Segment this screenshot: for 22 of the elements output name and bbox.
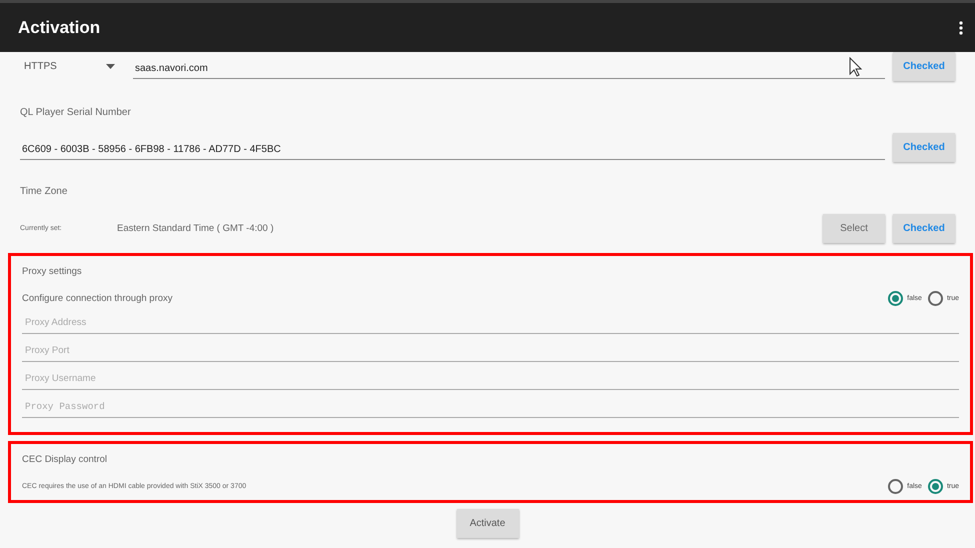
protocol-dropdown[interactable]: HTTPS [20,61,115,72]
time-zone-label: Time Zone [19,186,68,197]
time-zone-value: Eastern Standard Time ( GMT -4:00 ) [117,223,275,234]
app-bar-title: Activation [18,18,100,38]
radio-button[interactable] [888,291,904,306]
radio-button[interactable] [928,291,943,306]
mouse-cursor-icon [849,57,863,77]
serial-number-label: QL Player Serial Number [19,107,132,118]
proxy-option-label: Configure connection through proxy [22,293,173,304]
radio-button[interactable] [928,479,943,494]
caret-icon [106,64,115,69]
cec-title: CEC Display control [22,454,108,465]
more-options-icon[interactable] [959,20,963,34]
proxy-input-field[interactable]: Proxy Username [22,362,959,390]
proxy-input-field[interactable]: Proxy Port [22,334,959,362]
serial-number-field[interactable]: 6C609 - 6003B - 58956 - 6FB98 - 11786 - AD77D - 4F5BC [20,136,885,160]
select-button[interactable]: Select [823,214,885,243]
proxy-input-field[interactable]: Proxy Address [22,306,959,334]
proxy-settings-title: Proxy settings [22,266,83,277]
activate-button[interactable]: Activate [456,509,518,538]
proxy-input-field[interactable]: Proxy Password [22,390,959,418]
radio-button[interactable] [888,479,904,494]
